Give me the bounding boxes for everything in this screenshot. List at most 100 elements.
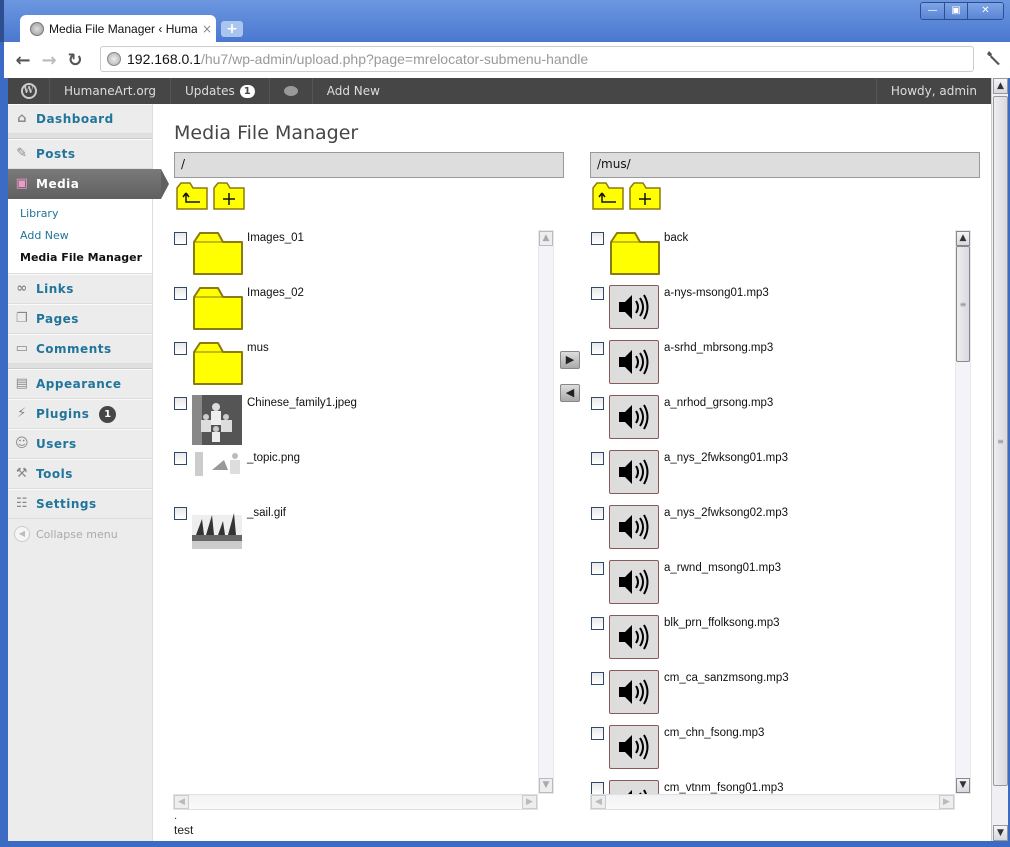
file-list-item[interactable]: blk_prn_ffolksong.mp3 [590,615,972,670]
move-right-button[interactable]: ▶ [560,351,580,369]
wp-logo-menu[interactable]: W [8,78,50,104]
page-scroll-up-arrow[interactable]: ▲ [993,78,1008,94]
right-path-field[interactable]: /mus/ [590,152,980,178]
scroll-up-arrow[interactable]: ▲ [539,231,553,246]
sidebar-item-plugins[interactable]: ⚡ Plugins 1 [8,399,152,429]
select-checkbox[interactable] [174,287,187,300]
parent-folder-button[interactable] [176,182,208,210]
audio-file-icon[interactable] [609,670,661,716]
sidebar-item-appearance[interactable]: ▤ Appearance [8,369,152,399]
site-name-link[interactable]: HumaneArt.org [50,78,172,104]
select-checkbox[interactable] [591,287,604,300]
image-thumbnail[interactable] [192,450,244,496]
audio-file-icon[interactable] [609,395,661,441]
reload-button[interactable]: ↻ [62,50,88,71]
file-list-item[interactable]: Images_02 [173,285,555,340]
select-checkbox[interactable] [591,397,604,410]
audio-file-icon[interactable] [609,615,661,661]
parent-folder-button[interactable] [592,182,624,210]
page-vertical-scrollbar[interactable]: ▲ ≡ ▼ [991,78,1008,841]
comments-link[interactable] [270,78,313,104]
audio-file-icon[interactable] [609,340,661,386]
left-vertical-scrollbar[interactable]: ▲ ▼ [538,230,554,794]
file-list-item[interactable]: a-srhd_mbrsong.mp3 [590,340,972,395]
scroll-left-arrow[interactable]: ◀ [174,795,189,809]
scroll-up-arrow[interactable]: ▲ [956,231,970,246]
folder-icon[interactable] [192,340,244,386]
audio-file-icon[interactable] [609,505,661,551]
select-checkbox[interactable] [174,452,187,465]
howdy-account-link[interactable]: Howdy, admin [875,78,991,104]
left-path-field[interactable]: / [174,152,564,178]
right-vertical-scrollbar[interactable]: ▲ ≡ ▼ [955,230,971,794]
file-list-item[interactable]: a_nys_2fwksong02.mp3 [590,505,972,560]
scroll-down-arrow[interactable]: ▼ [956,778,970,793]
back-button[interactable]: ← [10,50,36,71]
audio-file-icon[interactable] [609,285,661,331]
scroll-right-arrow[interactable]: ▶ [522,795,537,809]
file-list-item[interactable]: cm_chn_fsong.mp3 [590,725,972,780]
close-window-button[interactable]: ✕ [967,3,1003,19]
sidebar-item-dashboard[interactable]: ⌂ Dashboard [8,104,152,134]
folder-icon[interactable] [192,285,244,331]
audio-file-icon[interactable] [609,725,661,771]
folder-icon[interactable] [609,230,661,276]
sidebar-item-users[interactable]: ☺ Users [8,429,152,459]
select-checkbox[interactable] [591,232,604,245]
audio-file-icon[interactable] [609,560,661,606]
file-list-item[interactable]: mus [173,340,555,395]
sidebar-item-tools[interactable]: ⚒ Tools [8,459,152,489]
new-tab-button[interactable]: + [221,21,243,37]
submenu-add-new[interactable]: Add New [20,225,152,247]
select-checkbox[interactable] [591,727,604,740]
folder-icon[interactable] [192,230,244,276]
audio-file-icon[interactable] [609,450,661,496]
tab-close-icon[interactable]: × [202,22,212,36]
select-checkbox[interactable] [591,507,604,520]
select-checkbox[interactable] [174,232,187,245]
page-scroll-down-arrow[interactable]: ▼ [993,825,1008,841]
file-list-item[interactable]: Chinese_family1.jpeg [173,395,555,450]
address-bar[interactable]: 192.168.0.1/hu7/wp-admin/upload.php?page… [100,46,974,72]
left-horizontal-scrollbar[interactable]: ◀ ▶ [173,794,538,810]
sidebar-item-pages[interactable]: ❐ Pages [8,304,152,334]
maximize-button[interactable]: ▣ [944,3,967,19]
right-horizontal-scrollbar[interactable]: ◀ ▶ [590,794,955,810]
select-checkbox[interactable] [174,342,187,355]
scroll-left-arrow[interactable]: ◀ [591,795,606,809]
image-thumbnail[interactable] [192,505,244,551]
scroll-right-arrow[interactable]: ▶ [939,795,954,809]
submenu-media-file-manager[interactable]: Media File Manager [20,247,152,269]
page-scroll-thumb[interactable]: ≡ [993,96,1008,786]
file-list-item[interactable]: a_nrhod_grsong.mp3 [590,395,972,450]
select-checkbox[interactable] [174,507,187,520]
file-list-item[interactable]: _topic.png [173,450,555,505]
select-checkbox[interactable] [174,397,187,410]
minimize-button[interactable]: — [921,3,944,19]
select-checkbox[interactable] [591,342,604,355]
select-checkbox[interactable] [591,452,604,465]
select-checkbox[interactable] [591,617,604,630]
updates-link[interactable]: Updates 1 [171,78,270,104]
file-list-item[interactable]: back [590,230,972,285]
file-list-item[interactable]: _sail.gif [173,505,555,560]
sidebar-item-settings[interactable]: ☷ Settings [8,489,152,519]
select-checkbox[interactable] [591,562,604,575]
browser-tab[interactable]: Media File Manager ‹ Humai × [20,15,216,43]
image-thumbnail[interactable] [192,395,244,445]
file-list-item[interactable]: Images_01 [173,230,555,285]
file-list-item[interactable]: a_rwnd_msong01.mp3 [590,560,972,615]
collapse-menu-button[interactable]: ◀ Collapse menu [8,519,152,549]
add-new-link[interactable]: Add New [313,78,394,104]
wrench-icon[interactable] [986,50,1002,70]
sidebar-item-links[interactable]: ∞ Links [8,274,152,304]
new-folder-button[interactable] [629,182,661,210]
new-folder-button[interactable] [213,182,245,210]
forward-button[interactable]: → [36,50,62,71]
file-list-item[interactable]: cm_ca_sanzmsong.mp3 [590,670,972,725]
submenu-library[interactable]: Library [20,203,152,225]
scroll-down-arrow[interactable]: ▼ [539,778,553,793]
sidebar-item-media[interactable]: ▣ Media [8,169,169,199]
sidebar-item-comments[interactable]: ▭ Comments [8,334,152,364]
move-left-button[interactable]: ◀ [560,384,580,402]
